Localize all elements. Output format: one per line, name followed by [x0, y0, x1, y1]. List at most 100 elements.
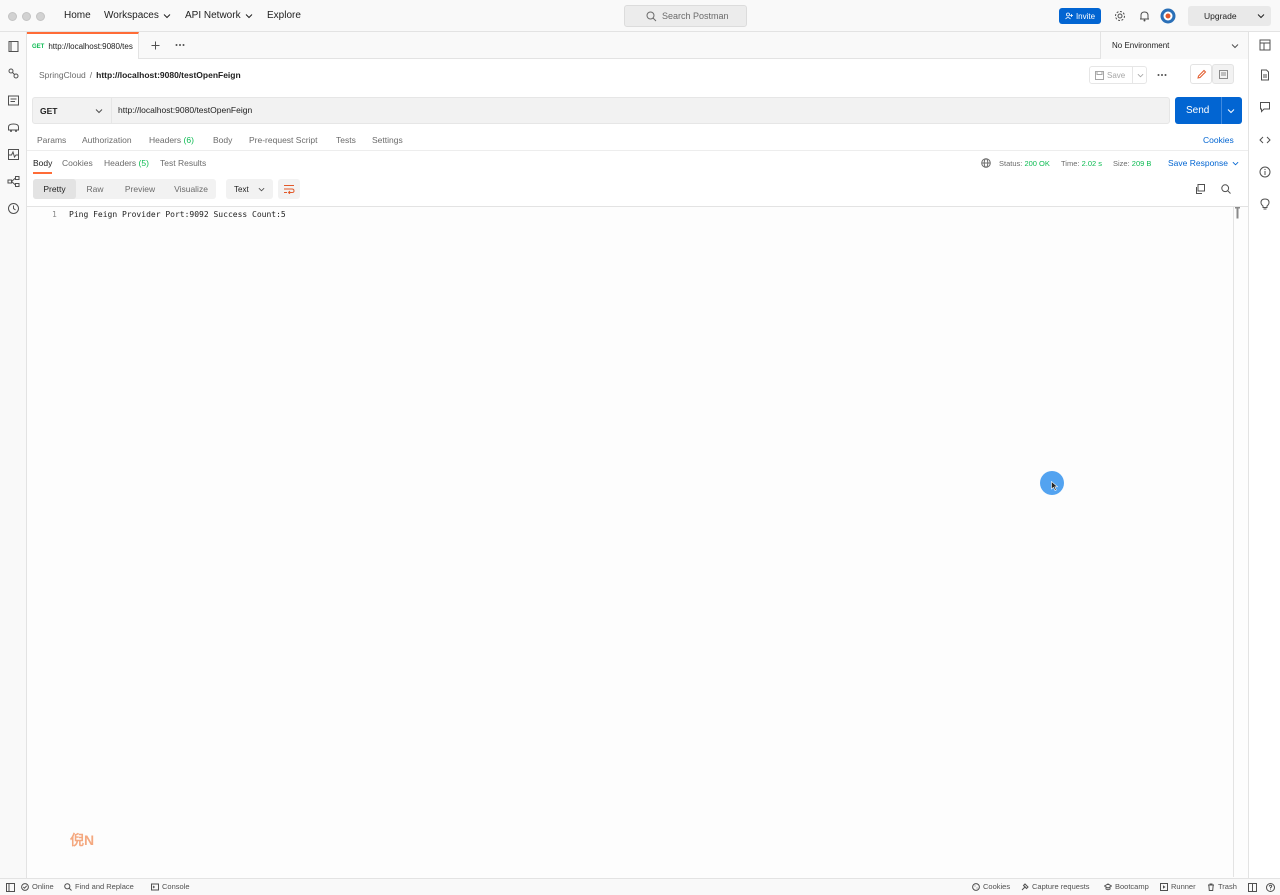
two-pane-icon[interactable] [1248, 883, 1257, 892]
chevron-down-icon[interactable] [1137, 72, 1144, 79]
nav-explore[interactable]: Explore [267, 10, 301, 21]
window-close-button[interactable] [8, 12, 17, 21]
lightbulb-icon[interactable] [1259, 198, 1271, 210]
size-label: Size: [1113, 159, 1130, 168]
gear-icon[interactable] [1114, 10, 1126, 22]
editor-gutter-line [1233, 207, 1234, 877]
history-icon[interactable] [7, 202, 20, 215]
runner-button[interactable]: Runner [1160, 882, 1196, 891]
save-response-label: Save Response [1168, 158, 1229, 168]
environment-selector[interactable]: No Environment [1100, 32, 1248, 59]
avatar[interactable] [1160, 8, 1176, 24]
response-header: Body Cookies Headers (5) Test Results St… [27, 150, 1248, 174]
plus-icon[interactable] [151, 41, 160, 50]
find-replace-label: Find and Replace [75, 882, 134, 891]
flows-icon[interactable] [7, 175, 20, 188]
info-icon[interactable] [1259, 166, 1271, 178]
wrap-lines-button[interactable] [278, 179, 300, 199]
window-minimize-button[interactable] [22, 12, 31, 21]
online-status[interactable]: Online [21, 882, 54, 891]
more-icon[interactable] [175, 43, 185, 47]
invite-button[interactable]: Invite [1059, 8, 1101, 24]
tab-method: GET [32, 43, 45, 50]
tab-body[interactable]: Body [213, 135, 232, 145]
breadcrumb-collection[interactable]: SpringCloud [39, 70, 86, 80]
chevron-down-icon [1232, 161, 1239, 165]
search-input[interactable]: Search Postman [624, 5, 747, 27]
doc-mode-button[interactable] [1212, 64, 1234, 84]
cookies-button[interactable]: Cookies [972, 882, 1010, 891]
status-label: Status: [999, 159, 1023, 168]
response-body-editor[interactable]: 1 Ping Feign Provider Port:9092 Success … [27, 206, 1248, 878]
capture-label: Capture requests [1032, 882, 1090, 891]
view-pretty-button[interactable]: Pretty [33, 179, 76, 199]
tab-params[interactable]: Params [37, 135, 66, 145]
tab-prerequest-script[interactable]: Pre-request Script [249, 135, 318, 145]
online-label: Online [32, 882, 54, 891]
nav-workspaces[interactable]: Workspaces [104, 10, 171, 21]
console-button[interactable]: Console [151, 882, 190, 891]
help-icon[interactable] [1266, 883, 1275, 892]
edit-mode-button[interactable] [1190, 64, 1212, 84]
request-tab[interactable]: GET http://localhost:9080/tes [27, 32, 139, 59]
language-select[interactable]: Text [226, 179, 273, 199]
method-select[interactable]: GET [33, 98, 112, 123]
more-icon[interactable] [1157, 73, 1167, 77]
comments-icon[interactable] [1259, 101, 1271, 113]
runner-label: Runner [1171, 882, 1196, 891]
collections-icon[interactable] [7, 40, 20, 53]
nav-api-network[interactable]: API Network [185, 10, 253, 21]
layout-icon[interactable] [1259, 39, 1271, 51]
response-tab-test-results[interactable]: Test Results [160, 158, 206, 168]
request-header: SpringCloud / http://localhost:9080/test… [27, 59, 1248, 93]
response-tab-headers[interactable]: Headers (5) [104, 158, 149, 168]
response-tab-body[interactable]: Body [33, 158, 52, 168]
tab-headers[interactable]: Headers (6) [149, 135, 194, 145]
save-response-button[interactable]: Save Response [1168, 158, 1239, 168]
search-icon [646, 11, 657, 22]
view-raw-button[interactable]: Raw [76, 179, 114, 199]
console-label: Console [162, 882, 190, 891]
trash-button[interactable]: Trash [1207, 882, 1237, 891]
view-preview-button[interactable]: Preview [114, 179, 166, 199]
response-tab-cookies[interactable]: Cookies [62, 158, 93, 168]
tab-headers-count: (6) [183, 135, 194, 145]
watermark: 倪N [70, 832, 95, 848]
search-icon[interactable] [1221, 184, 1231, 194]
nav-home[interactable]: Home [64, 10, 91, 21]
view-visualize-button[interactable]: Visualize [166, 179, 216, 199]
monitors-icon[interactable] [7, 148, 20, 161]
save-button[interactable]: Save [1089, 66, 1147, 84]
globe-icon[interactable] [981, 158, 991, 168]
tab-settings[interactable]: Settings [372, 135, 403, 145]
send-label: Send [1186, 105, 1210, 116]
window-zoom-button[interactable] [36, 12, 45, 21]
code-icon[interactable] [1259, 134, 1271, 146]
breadcrumb-request[interactable]: http://localhost:9080/testOpenFeign [96, 70, 241, 80]
scrollbar[interactable] [1235, 207, 1240, 219]
mock-servers-icon[interactable] [7, 121, 20, 134]
tab-tests[interactable]: Tests [336, 135, 356, 145]
send-button[interactable]: Send [1175, 97, 1242, 124]
documentation-icon[interactable] [1259, 69, 1271, 81]
sidebar-toggle-icon[interactable] [6, 883, 15, 892]
environments-icon[interactable] [7, 94, 20, 107]
capture-icon [1021, 882, 1029, 890]
bootcamp-button[interactable]: Bootcamp [1104, 882, 1149, 891]
find-replace-button[interactable]: Find and Replace [64, 882, 134, 891]
response-body-text: Ping Feign Provider Port:9092 Success Co… [69, 210, 286, 219]
chevron-down-icon[interactable] [1227, 107, 1235, 115]
copy-icon[interactable] [1195, 184, 1205, 194]
tab-authorization[interactable]: Authorization [82, 135, 132, 145]
document-icon [1219, 70, 1228, 79]
url-input[interactable]: http://localhost:9080/testOpenFeign [118, 105, 252, 115]
tab-headers-label: Headers [149, 135, 182, 145]
cookies-link[interactable]: Cookies [1203, 135, 1234, 145]
bell-icon[interactable] [1139, 10, 1150, 22]
apis-icon[interactable] [7, 67, 20, 80]
capture-requests-button[interactable]: Capture requests [1021, 882, 1090, 891]
upgrade-button[interactable]: Upgrade [1188, 6, 1271, 26]
pointer-icon [1051, 481, 1059, 491]
time-stat: Time: 2.02 s [1061, 159, 1102, 168]
method-label: GET [40, 105, 58, 116]
